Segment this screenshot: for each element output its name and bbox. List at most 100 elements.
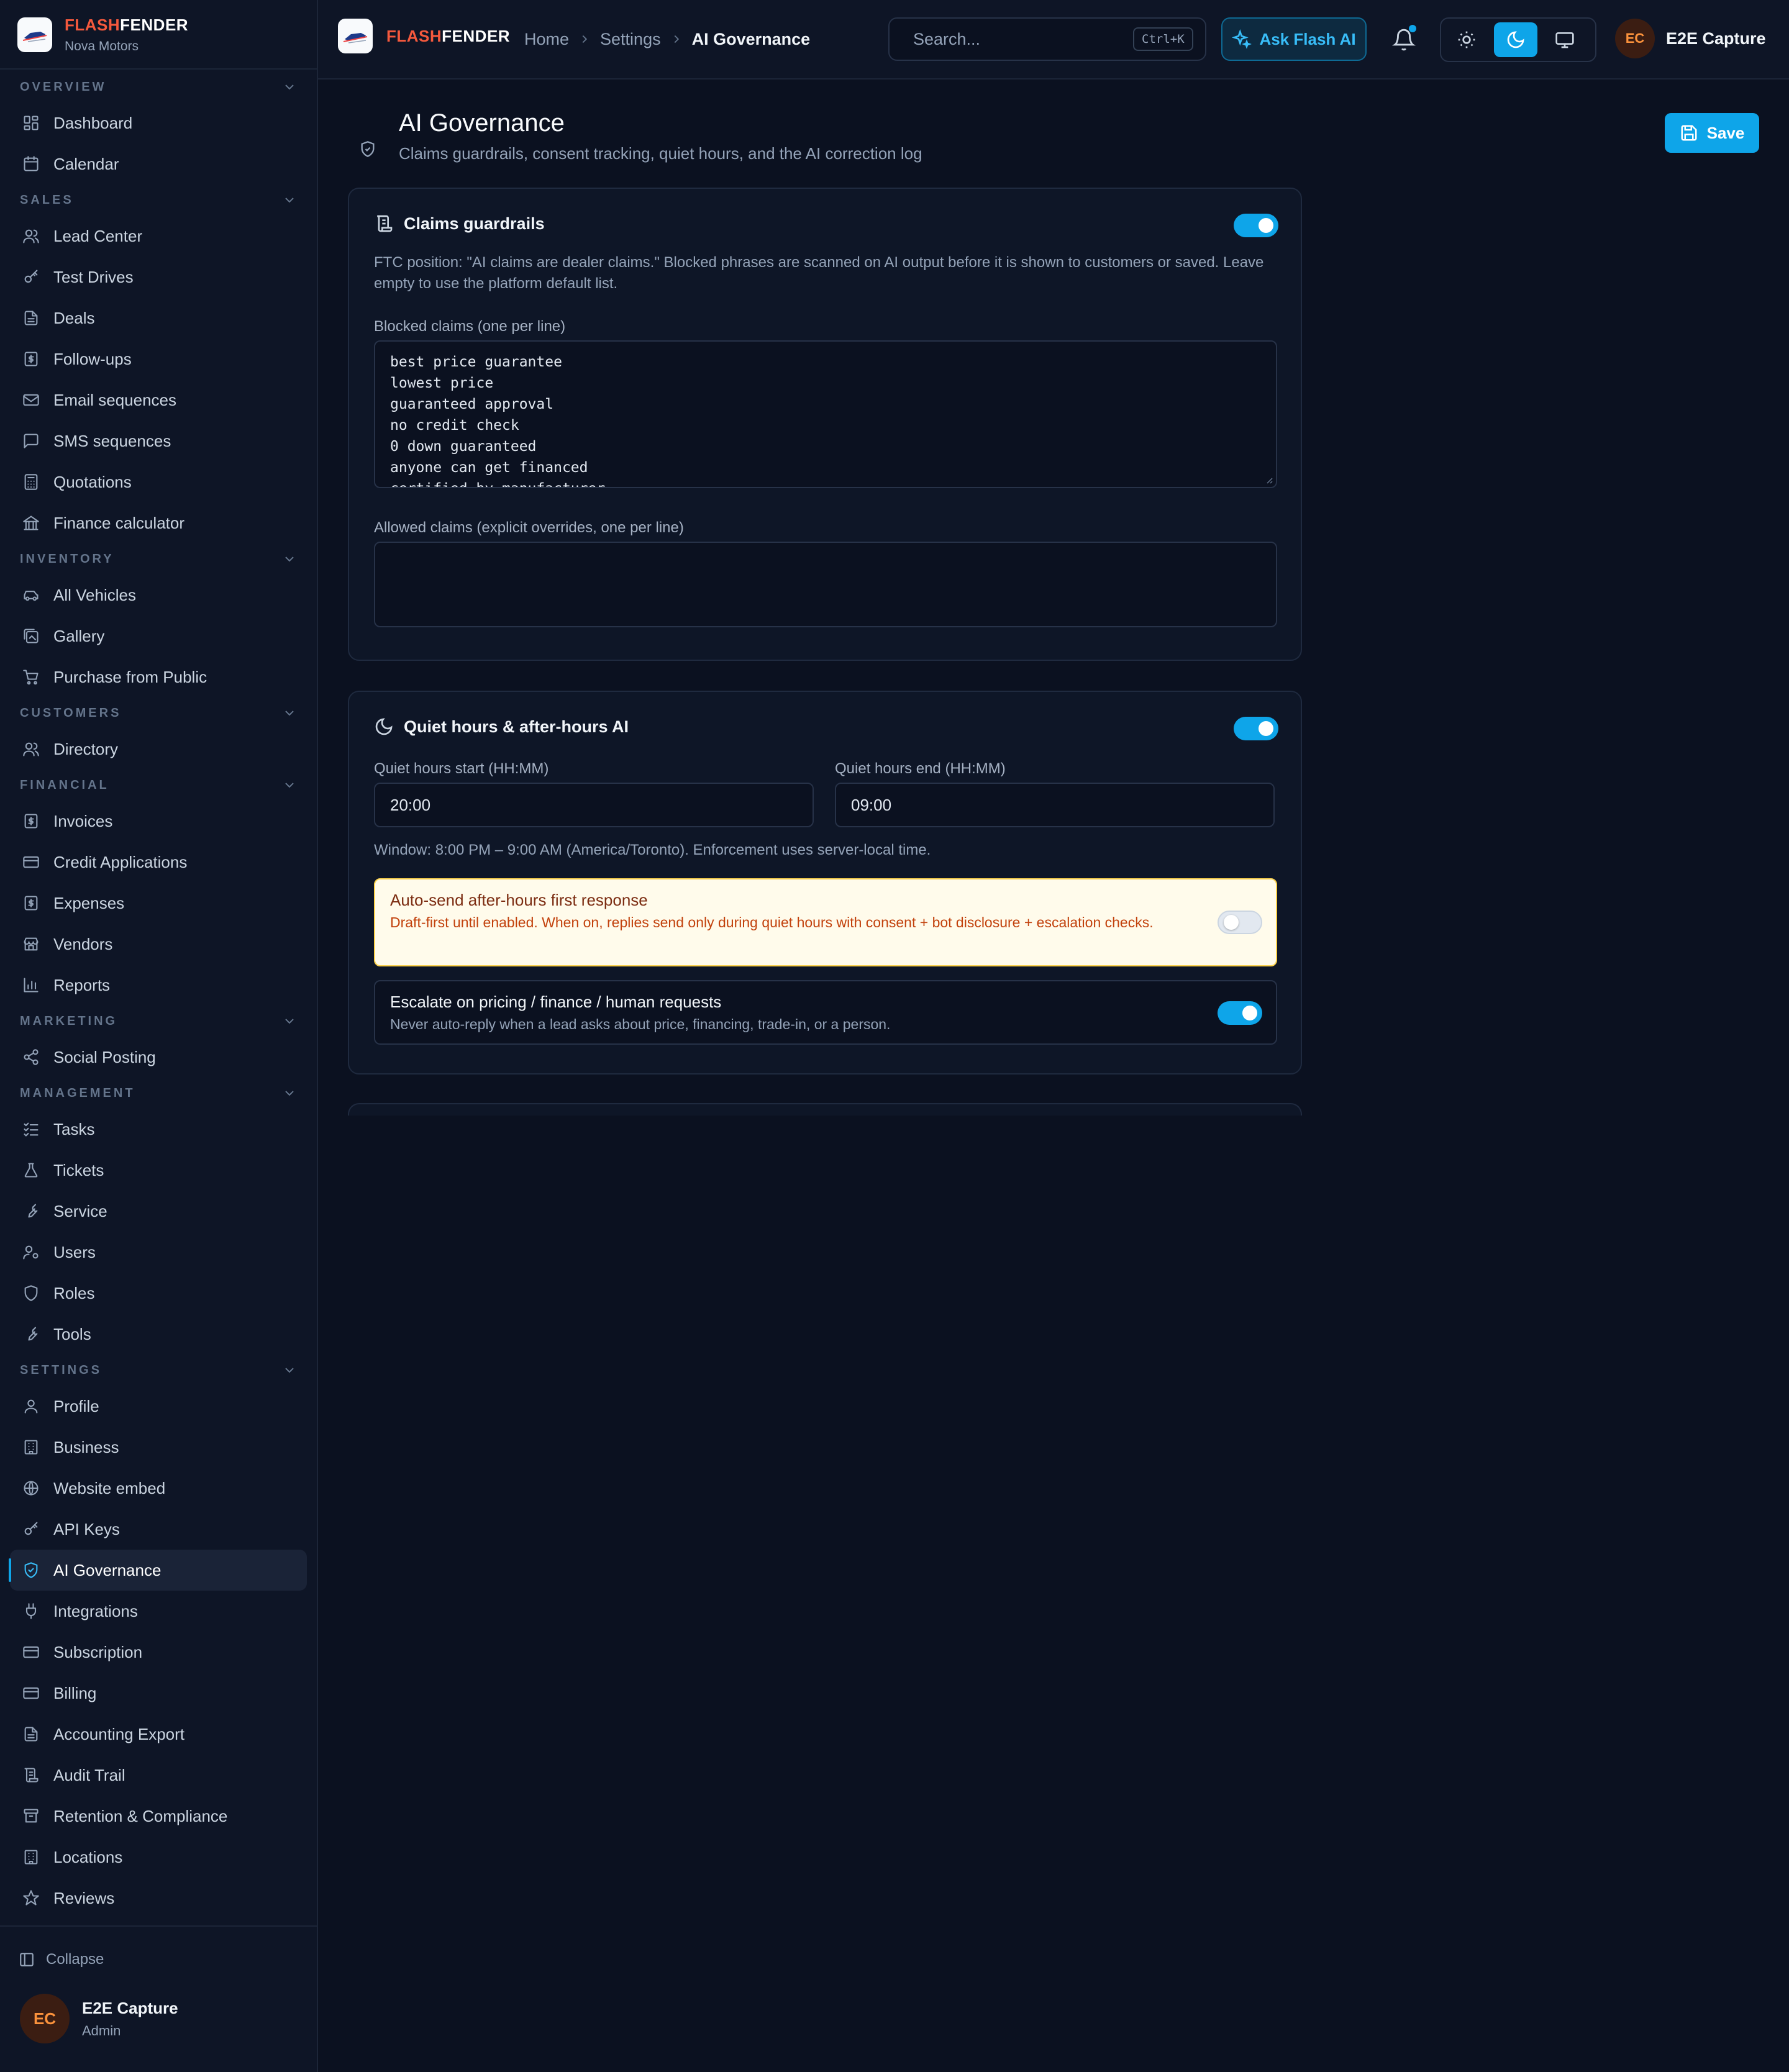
sidebar-item-users[interactable]: Users	[10, 1232, 307, 1273]
allowed-claims-textarea[interactable]	[374, 542, 1277, 627]
collapse-button[interactable]: Collapse	[19, 1944, 104, 1975]
sidebar-item-label: Tools	[53, 1324, 91, 1343]
blocked-claims-textarea[interactable]: best price guarantee lowest price guarante…	[374, 340, 1277, 488]
sidebar-item-audit-trail[interactable]: Audit Trail	[10, 1755, 307, 1796]
sidebar-item-label: Purchase from Public	[53, 667, 207, 686]
claims-enabled-toggle[interactable]	[1234, 214, 1278, 237]
sidebar-item-profile[interactable]: Profile	[10, 1386, 307, 1427]
quiet-start-input-box[interactable]	[374, 783, 814, 827]
sidebar-item-purchase-from-public[interactable]: Purchase from Public	[10, 657, 307, 697]
sidebar-item-expenses[interactable]: Expenses	[10, 883, 307, 924]
sidebar-item-tasks[interactable]: Tasks	[10, 1109, 307, 1150]
notifications-button[interactable]	[1386, 22, 1421, 57]
blocked-claim-line: best price guarantee	[390, 354, 562, 370]
search-input[interactable]	[913, 29, 1133, 49]
search-shortcut: Ctrl+K	[1133, 27, 1193, 51]
sidebar-item-reviews[interactable]: Reviews	[10, 1878, 307, 1919]
sidebar-item-subscription[interactable]: Subscription	[10, 1632, 307, 1673]
quiet-end-input-box[interactable]	[835, 783, 1275, 827]
sidebar-item-tickets[interactable]: Tickets	[10, 1150, 307, 1191]
sidebar-brand[interactable]: FLASHFENDER Nova Motors	[17, 15, 188, 55]
blocked-claims-label: Blocked claims (one per line)	[374, 318, 566, 335]
sidebar-item-invoices[interactable]: Invoices	[10, 801, 307, 842]
breadcrumb-home[interactable]: Home	[524, 30, 569, 49]
user-menu[interactable]: EC E2E Capture	[1615, 19, 1766, 58]
sidebar-item-label: Gallery	[53, 626, 105, 645]
scroll-icon	[24, 1768, 39, 1783]
sidebar-item-service[interactable]: Service	[10, 1191, 307, 1232]
sidebar-item-tools[interactable]: Tools	[10, 1314, 307, 1355]
theme-light-button[interactable]	[1445, 22, 1489, 57]
sidebar-item-all-vehicles[interactable]: All Vehicles	[10, 575, 307, 616]
sidebar-item-directory[interactable]: Directory	[10, 729, 307, 770]
sidebar-item-api-keys[interactable]: API Keys	[10, 1509, 307, 1550]
car-icon	[24, 591, 39, 601]
sidebar-section-customers[interactable]: CUSTOMERS	[0, 697, 317, 729]
theme-dark-button[interactable]	[1493, 22, 1538, 57]
building-icon	[24, 1850, 38, 1865]
resize-handle-icon[interactable]	[1263, 475, 1273, 484]
sidebar-item-roles[interactable]: Roles	[10, 1273, 307, 1314]
sidebar-item-sms-sequences[interactable]: SMS sequences	[10, 420, 307, 461]
avatar: EC	[1615, 19, 1655, 58]
sidebar-item-email-sequences[interactable]: Email sequences	[10, 379, 307, 420]
topbar-brand[interactable]: FLASHFENDER	[338, 19, 510, 53]
sidebar-section-overview[interactable]: OVERVIEW	[0, 71, 317, 102]
sidebar-section-inventory[interactable]: INVENTORY	[0, 543, 317, 575]
save-icon	[1681, 125, 1697, 141]
sidebar-item-social-posting[interactable]: Social Posting	[10, 1037, 307, 1078]
sidebar-item-retention-compliance[interactable]: Retention & Compliance	[10, 1796, 307, 1837]
autosend-description: Draft-first until enabled. When on, repl…	[390, 914, 1154, 930]
chevron-down-icon	[285, 557, 294, 562]
sidebar-item-locations[interactable]: Locations	[10, 1837, 307, 1878]
sidebar-item-lead-center[interactable]: Lead Center	[10, 216, 307, 257]
search-box[interactable]: Ctrl+K	[888, 17, 1206, 61]
quiet-hours-toggle[interactable]	[1234, 717, 1278, 740]
breadcrumb-current: AI Governance	[691, 29, 811, 48]
chevron-right-icon	[582, 35, 588, 43]
sidebar-item-finance-calculator[interactable]: Finance calculator	[10, 502, 307, 543]
sidebar-item-label: Users	[53, 1242, 96, 1261]
escalate-title: Escalate on pricing / finance / human re…	[390, 993, 722, 1011]
collapse-label: Collapse	[46, 1951, 104, 1968]
quiet-start-input[interactable]	[390, 795, 798, 815]
theme-system-button[interactable]	[1542, 22, 1586, 57]
sidebar-item-quotations[interactable]: Quotations	[10, 461, 307, 502]
sidebar-user[interactable]: EC E2E Capture Admin	[20, 1994, 178, 2043]
sidebar-section-sales[interactable]: SALES	[0, 184, 317, 216]
sidebar-item-deals[interactable]: Deals	[10, 298, 307, 339]
sidebar-item-integrations[interactable]: Integrations	[10, 1591, 307, 1632]
brand-name: FLASHFENDER	[386, 27, 511, 45]
sidebar-section-management[interactable]: MANAGEMENT	[0, 1078, 317, 1109]
sidebar-item-label: Email sequences	[53, 390, 176, 409]
mail-icon	[23, 394, 39, 406]
sidebar-item-calendar[interactable]: Calendar	[10, 143, 307, 184]
dashboard-icon	[24, 116, 39, 130]
sidebar-item-gallery[interactable]: Gallery	[10, 616, 307, 657]
chevron-down-icon	[285, 711, 294, 716]
autosend-toggle[interactable]	[1218, 911, 1262, 934]
sidebar-item-accounting-export[interactable]: Accounting Export	[10, 1714, 307, 1755]
breadcrumb-settings[interactable]: Settings	[600, 30, 661, 49]
sidebar-section-marketing[interactable]: MARKETING	[0, 1006, 317, 1037]
sidebar-section-settings[interactable]: SETTINGS	[0, 1355, 317, 1386]
sidebar-item-billing[interactable]: Billing	[10, 1673, 307, 1714]
save-button[interactable]: Save	[1665, 113, 1759, 153]
sidebar-item-credit-applications[interactable]: Credit Applications	[10, 842, 307, 883]
quiet-end-input[interactable]	[851, 795, 1259, 815]
sidebar-section-financial[interactable]: FINANCIAL	[0, 770, 317, 801]
ask-flash-ai-button[interactable]: Ask Flash AI	[1221, 17, 1367, 61]
sidebar-item-follow-ups[interactable]: Follow-ups	[10, 339, 307, 379]
sidebar-item-business[interactable]: Business	[10, 1427, 307, 1468]
sidebar-item-ai-governance[interactable]: AI Governance	[9, 1550, 307, 1591]
sidebar-item-website-embed[interactable]: Website embed	[10, 1468, 307, 1509]
escalate-toggle[interactable]	[1218, 1001, 1262, 1025]
user-role: Admin	[82, 2022, 121, 2038]
sidebar-item-dashboard[interactable]: Dashboard	[10, 102, 307, 143]
chevron-down-icon	[285, 783, 294, 788]
sidebar-item-test-drives[interactable]: Test Drives	[10, 257, 307, 298]
calculator-icon	[24, 474, 38, 490]
sidebar-item-reports[interactable]: Reports	[10, 965, 307, 1006]
sidebar-item-vendors[interactable]: Vendors	[10, 924, 307, 965]
sidebar-item-label: Tickets	[53, 1160, 104, 1179]
